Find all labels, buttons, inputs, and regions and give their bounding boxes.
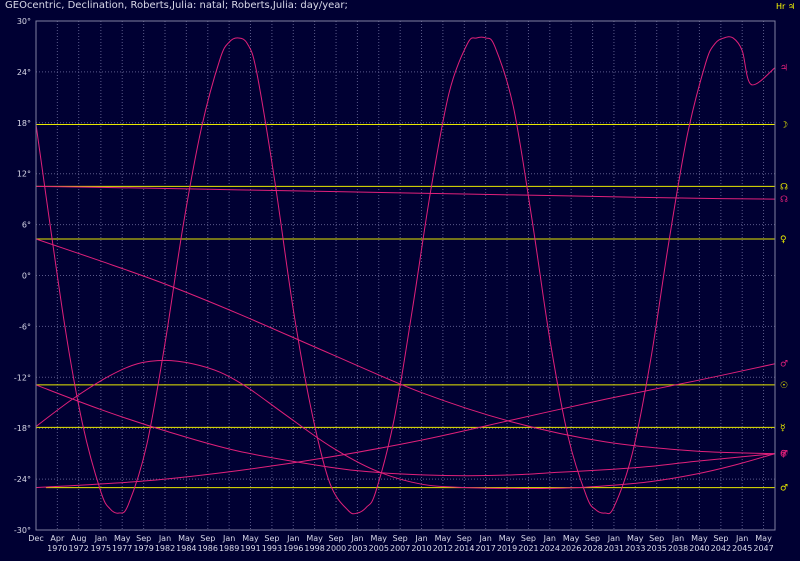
x-tick-year: 1972 xyxy=(69,544,89,553)
x-tick-month: Jan xyxy=(414,534,427,543)
x-tick-month: Sep xyxy=(521,534,536,543)
declination-chart: 30°24°18°12°6°0°-6°-12°-18°-24°-30° Dec A… xyxy=(14,17,788,553)
x-tick-month: Sep xyxy=(457,534,472,543)
natal-glyph: ♀ xyxy=(780,235,787,245)
natal-glyph: ☊ xyxy=(780,182,788,192)
x-tick-year: 2003 xyxy=(347,544,367,553)
x-axis-labels: Dec Apr1970Aug1972Jan1975May1977Sep1979Ja… xyxy=(28,534,773,553)
x-tick-year: 1977 xyxy=(112,544,132,553)
x-tick-month: Jan xyxy=(607,534,620,543)
x-tick-month: May xyxy=(370,534,387,543)
x-tick-month: May xyxy=(755,534,772,543)
y-tick-label: -12° xyxy=(14,373,31,382)
x-tick-year: 1982 xyxy=(155,544,175,553)
transit-curve xyxy=(35,359,776,490)
x-tick-year: 2005 xyxy=(369,544,389,553)
x-tick-year: 2031 xyxy=(604,544,624,553)
x-tick-month: May xyxy=(627,534,644,543)
x-tick-month: Apr xyxy=(50,534,65,543)
x-tick-year: 2007 xyxy=(390,544,410,553)
x-tick-year: 2017 xyxy=(475,544,495,553)
x-tick-year: 1984 xyxy=(176,544,196,553)
transit-curve xyxy=(35,185,776,200)
x-tick-month: May xyxy=(306,534,323,543)
y-tick-label: -18° xyxy=(14,424,31,433)
natal-glyph: ♂ xyxy=(780,484,788,494)
x-tick-month: Jan xyxy=(735,534,748,543)
x-tick-year: 2026 xyxy=(561,544,581,553)
transit-glyph: ♂ xyxy=(780,360,788,370)
planet-glyphs: ☽☊♀☉☿♂♃☊♀☉♂♂ xyxy=(780,64,788,494)
x-tick-year: 1975 xyxy=(91,544,111,553)
x-tick-month: Jan xyxy=(158,534,171,543)
x-tick-year: 2021 xyxy=(518,544,538,553)
x-tick-month: May xyxy=(178,534,195,543)
x-tick-month: Sep xyxy=(713,534,728,543)
x-tick-month: Jan xyxy=(350,534,363,543)
natal-glyph: ☽ xyxy=(780,120,788,130)
x-tick-year: 2000 xyxy=(326,544,346,553)
x-tick-year: 2035 xyxy=(647,544,667,553)
transit-curve xyxy=(35,384,776,477)
x-tick-year: 2040 xyxy=(689,544,709,553)
x-tick-month: May xyxy=(435,534,452,543)
x-tick-year: 2047 xyxy=(753,544,773,553)
x-tick-year: 2024 xyxy=(540,544,560,553)
x-tick-month: Jan xyxy=(94,534,107,543)
x-tick-month: Jan xyxy=(286,534,299,543)
x-tick-month: Sep xyxy=(136,534,151,543)
natal-lines xyxy=(36,123,775,489)
x-tick-year: 2028 xyxy=(582,544,602,553)
x-tick-year: 1989 xyxy=(219,544,239,553)
y-tick-label: 12° xyxy=(17,170,31,179)
x-tick-month: Jan xyxy=(543,534,556,543)
x-tick-month: Sep xyxy=(329,534,344,543)
x-tick-year: 1993 xyxy=(262,544,282,553)
x-tick-year: 1979 xyxy=(133,544,153,553)
x-tick-month: May xyxy=(563,534,580,543)
x-tick-month: Sep xyxy=(393,534,408,543)
transit-glyph: ☊ xyxy=(780,195,788,205)
x-tick-year: 2038 xyxy=(668,544,688,553)
x-tick-month: Jan xyxy=(222,534,235,543)
x-tick-year: 2014 xyxy=(454,544,474,553)
x-tick-year: 2042 xyxy=(711,544,731,553)
x-tick-month: Jan xyxy=(478,534,491,543)
x-tick-year: 2045 xyxy=(732,544,752,553)
x-tick-year: 2019 xyxy=(497,544,517,553)
x-tick-year: 1970 xyxy=(47,544,67,553)
x-tick-year: 1986 xyxy=(198,544,218,553)
x-tick-month: Sep xyxy=(264,534,279,543)
natal-glyph: ☿ xyxy=(780,423,786,433)
x-tick-month: May xyxy=(499,534,516,543)
y-tick-label: 18° xyxy=(17,119,31,128)
y-tick-label: -6° xyxy=(19,322,31,331)
x-tick-month: May xyxy=(114,534,131,543)
x-tick-month: May xyxy=(691,534,708,543)
x-tick-month: Sep xyxy=(585,534,600,543)
x-tick-month: Sep xyxy=(649,534,664,543)
y-tick-label: 30° xyxy=(17,17,31,26)
x-tick-year: 2010 xyxy=(411,544,431,553)
x-tick-year: 1991 xyxy=(240,544,260,553)
y-axis-labels: 30°24°18°12°6°0°-6°-12°-18°-24°-30° xyxy=(14,17,31,535)
y-tick-label: -24° xyxy=(14,475,31,484)
y-tick-label: 6° xyxy=(22,221,31,230)
y-tick-label: 0° xyxy=(22,272,31,281)
x-tick-year: 2033 xyxy=(625,544,645,553)
x-tick-month: Dec xyxy=(28,534,43,543)
x-tick-year: 1996 xyxy=(283,544,303,553)
transit-curve xyxy=(35,363,776,489)
transit-glyph: ♃ xyxy=(780,64,788,74)
transit-glyph: ♂ xyxy=(780,450,788,460)
x-tick-month: Jan xyxy=(671,534,684,543)
x-tick-month: Sep xyxy=(200,534,215,543)
natal-glyph: ☉ xyxy=(780,381,788,391)
x-tick-month: May xyxy=(242,534,259,543)
x-tick-year: 2012 xyxy=(433,544,453,553)
x-tick-year: 1998 xyxy=(304,544,324,553)
y-tick-label: 24° xyxy=(17,68,31,77)
x-tick-month: Aug xyxy=(71,534,87,543)
